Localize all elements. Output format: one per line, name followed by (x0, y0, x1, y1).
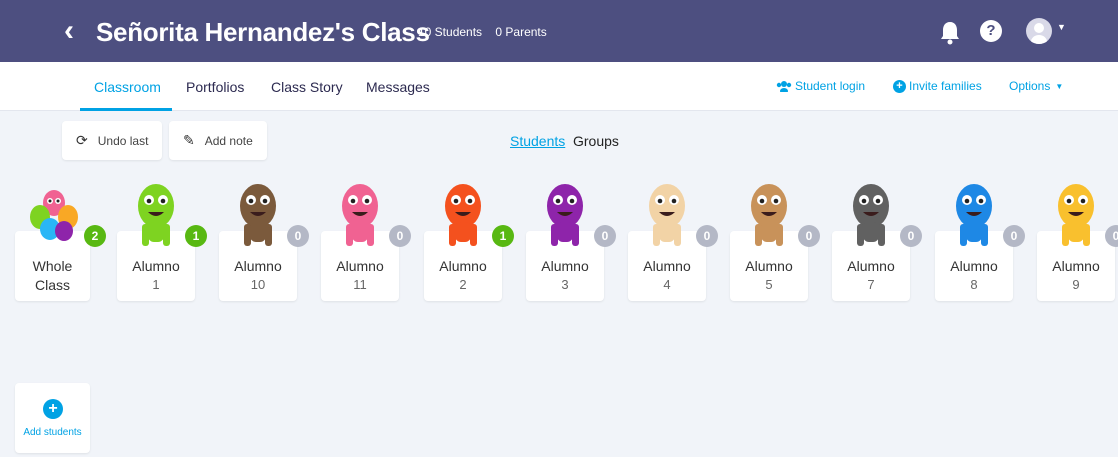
points-badge: 0 (287, 225, 309, 247)
tab-class-story[interactable]: Class Story (271, 79, 343, 95)
undo-icon: ⟳ (76, 132, 88, 148)
student-name: Alumno (745, 258, 793, 274)
student-number: 1 (152, 277, 160, 292)
chevron-left-icon[interactable]: ‹ (64, 13, 74, 49)
student-avatar (547, 184, 583, 246)
student-name: Alumno (132, 258, 180, 274)
invite-families-link[interactable]: + Invite families (893, 79, 982, 93)
points-badge: 0 (798, 225, 820, 247)
student-number: 4 (663, 277, 671, 292)
students-icon (776, 81, 792, 92)
student-name: Alumno (643, 258, 691, 274)
points-badge: 1 (492, 225, 514, 247)
class-counts: 10 Students 0 Parents (418, 24, 557, 40)
student-avatar (1058, 184, 1094, 246)
active-tab-indicator (80, 108, 172, 111)
whole-class-label-2: Class (34, 277, 70, 293)
class-nav: Classroom Portfolios Class Story Message… (0, 62, 1118, 111)
student-avatar (342, 184, 378, 246)
view-students-toggle[interactable]: Students (510, 133, 565, 149)
view-groups-toggle[interactable]: Groups (573, 133, 619, 149)
student-name: Alumno (336, 258, 384, 274)
student-name: Alumno (439, 258, 487, 274)
pencil-icon: ✎ (183, 132, 195, 148)
caret-down-icon[interactable]: ▼ (1057, 22, 1066, 32)
options-label: Options (1009, 79, 1051, 93)
student-login-link[interactable]: Student login (776, 79, 865, 93)
tab-messages[interactable]: Messages (366, 79, 430, 95)
options-menu[interactable]: Options ▼ (1009, 79, 1063, 93)
avatar[interactable] (1026, 18, 1052, 44)
student-avatar (240, 184, 276, 246)
points-badge: 0 (900, 225, 922, 247)
student-name: Alumno (1052, 258, 1100, 274)
student-name: Alumno (847, 258, 895, 274)
add-note-button[interactable]: ✎ Add note (169, 121, 267, 160)
student-avatar (649, 184, 685, 246)
student-number: 11 (353, 277, 367, 292)
student-number: 5 (765, 277, 773, 292)
add-students-label: Add students (23, 427, 82, 438)
points-badge: 0 (389, 225, 411, 247)
student-number: 10 (250, 277, 266, 292)
parents-count[interactable]: 0 Parents (495, 25, 546, 39)
student-number: 8 (970, 277, 978, 292)
whole-class-label: Whole (32, 258, 73, 274)
plus-circle-icon: + (893, 79, 906, 93)
student-avatar (853, 184, 889, 246)
student-name: Alumno (950, 258, 998, 274)
points-badge: 0 (1003, 225, 1025, 247)
student-avatar (445, 184, 481, 246)
points-badge: 0 (594, 225, 616, 247)
invite-families-label: Invite families (909, 79, 982, 93)
tab-classroom[interactable]: Classroom (94, 79, 161, 95)
points-badge: 1 (185, 225, 207, 247)
plus-circle-icon: + (43, 399, 63, 419)
student-avatar (138, 184, 174, 246)
points-badge: 0 (696, 225, 718, 247)
student-number: 2 (459, 277, 467, 292)
student-number: 9 (1072, 277, 1080, 292)
student-number: 7 (867, 277, 875, 292)
add-students-button[interactable]: + Add students (15, 383, 90, 453)
student-login-label: Student login (795, 79, 866, 93)
top-bar: ‹ Señorita Hernandez's Class 10 Students… (0, 0, 1118, 62)
undo-last-button[interactable]: ⟳ Undo last (62, 121, 162, 160)
bell-icon[interactable] (938, 20, 962, 46)
student-number: 3 (561, 277, 569, 292)
add-note-label: Add note (204, 133, 253, 148)
class-title: Señorita Hernandez's Class (96, 17, 430, 47)
help-icon[interactable]: ? (980, 20, 1002, 42)
whole-class-avatar (30, 190, 78, 241)
students-count[interactable]: 10 Students (418, 25, 482, 39)
caret-down-icon: ▼ (1055, 81, 1064, 91)
student-avatar (751, 184, 787, 246)
tab-portfolios[interactable]: Portfolios (186, 79, 244, 95)
student-name: Alumno (541, 258, 589, 274)
student-avatar (956, 184, 992, 246)
whole-class-points-badge: 2 (84, 225, 106, 247)
undo-last-label: Undo last (97, 133, 149, 148)
student-name: Alumno (234, 258, 282, 274)
